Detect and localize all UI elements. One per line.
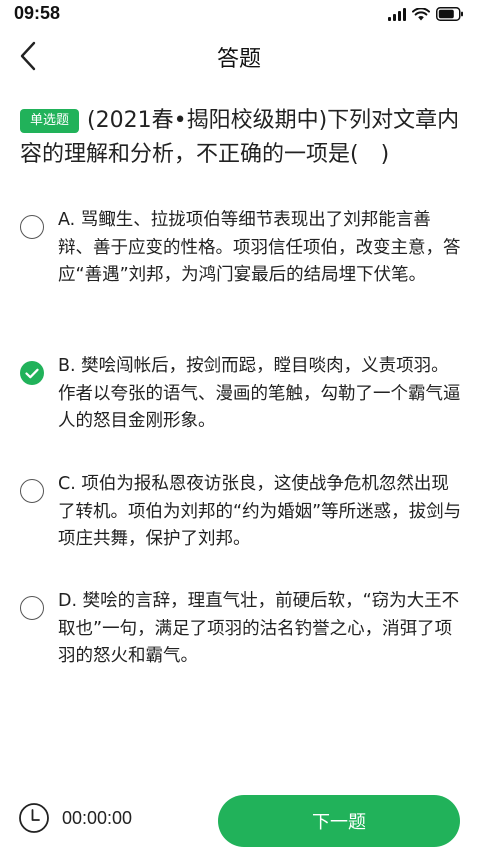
question-stem: 单选题 (2021春•揭阳校级期中)下列对文章内容的理解和分析，不正确的一项是( … — [20, 104, 460, 172]
option-b-text: B. 樊哙闯帐后，按剑而跽，瞠目啖肉，义责项羽。作者以夸张的语气、漫画的笔触，勾… — [58, 356, 461, 431]
next-question-button[interactable]: 下一题 — [218, 795, 460, 847]
timer: 00:00:00 — [18, 802, 132, 834]
quiz-page: 09:58 答题 单选题 (2021春•揭阳校级期中)下列对文章内容的理解和分析… — [0, 0, 478, 850]
radio-unchecked-icon[interactable] — [20, 596, 44, 620]
wifi-icon — [412, 7, 430, 21]
status-bar: 09:58 — [0, 0, 478, 30]
radio-unchecked-icon[interactable] — [20, 479, 44, 503]
option-d[interactable]: D. 樊哙的言辞，理直气壮，前硬后软，“窃为大王不取也”一句，满足了项羽的沽名钓… — [20, 588, 460, 672]
cellular-signal-icon — [388, 7, 406, 21]
page-title: 答题 — [216, 47, 261, 72]
nav-bar: 答题 — [0, 30, 478, 80]
option-a[interactable]: A. 骂鲰生、拉拢项伯等细节表现出了刘邦能言善辩、善于应变的性格。项羽信任项伯，… — [20, 207, 461, 319]
radio-unchecked-icon[interactable] — [20, 215, 44, 239]
battery-icon — [436, 7, 464, 21]
question-type-badge: 单选题 — [20, 109, 80, 133]
option-c-text: C. 项伯为报私恩夜访张良，这使战争危机忽然出现了转机。项伯为刘邦的“约为婚姻”… — [58, 474, 462, 549]
option-d-text: D. 樊哙的言辞，理直气壮，前硬后软，“窃为大王不取也”一句，满足了项羽的沽名钓… — [58, 591, 460, 666]
timer-text: 00:00:00 — [62, 807, 133, 828]
option-b[interactable]: B. 樊哙闯帐后，按剑而跽，瞠目啖肉，义责项羽。作者以夸张的语气、漫画的笔触，勾… — [20, 353, 461, 437]
question-text: (2021春•揭阳校级期中)下列对文章内容的理解和分析，不正确的一项是( ) — [20, 108, 460, 167]
option-a-text: A. 骂鲰生、拉拢项伯等细节表现出了刘邦能言善辩、善于应变的性格。项羽信任项伯，… — [58, 210, 461, 285]
status-icons — [388, 7, 464, 21]
status-time: 09:58 — [14, 3, 61, 23]
check-circle-icon[interactable] — [20, 361, 44, 385]
option-c[interactable]: C. 项伯为报私恩夜访张良，这使战争危机忽然出现了转机。项伯为刘邦的“约为婚姻”… — [20, 471, 462, 555]
clock-icon — [19, 803, 49, 833]
